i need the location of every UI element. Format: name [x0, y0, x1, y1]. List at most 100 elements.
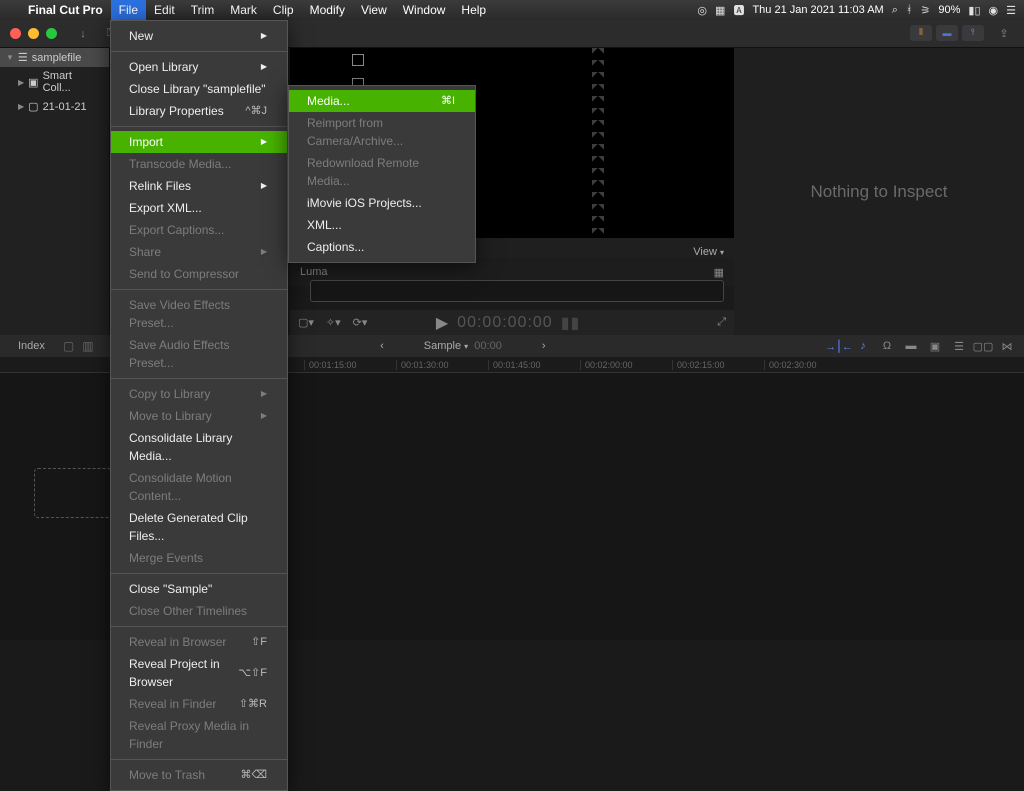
- project-name-dropdown[interactable]: Sample ▾ 00:00: [424, 340, 502, 352]
- menu-window[interactable]: Window: [395, 0, 454, 20]
- fullscreen-viewer-button[interactable]: ⤢: [717, 316, 726, 329]
- play-button[interactable]: ▶: [436, 313, 449, 333]
- skimming-icon[interactable]: →⎮←: [832, 339, 846, 353]
- timeline-index-button[interactable]: Index: [0, 340, 63, 352]
- layout-inspector-button[interactable]: ⫯: [962, 25, 984, 41]
- menu-file[interactable]: File: [111, 0, 146, 20]
- import-captions[interactable]: Captions...: [289, 236, 475, 258]
- import-media[interactable]: Media...⌘I: [289, 90, 475, 112]
- file-close-other-timelines: Close Other Timelines: [111, 600, 287, 622]
- next-edit-button[interactable]: ›: [542, 340, 546, 352]
- import-imovie[interactable]: iMovie iOS Projects...: [289, 192, 475, 214]
- bluetooth-icon[interactable]: ᚼ: [906, 4, 913, 16]
- chevron-right-icon: ▶: [18, 78, 24, 87]
- clock[interactable]: Thu 21 Jan 2021 11:03 AM: [752, 4, 883, 16]
- file-reveal-project[interactable]: Reveal Project in Browser⌥⇧F: [111, 653, 287, 693]
- ruler-tick: 00:02:30:00: [764, 360, 856, 370]
- clip-appearance-icon[interactable]: ▢: [63, 339, 74, 353]
- file-close-sample[interactable]: Close "Sample": [111, 578, 287, 600]
- siri-icon[interactable]: ◉: [989, 4, 999, 17]
- chevron-down-icon: ▾: [720, 248, 724, 257]
- chevron-down-icon: ▼: [6, 53, 14, 62]
- layout-browser-button[interactable]: ⦀: [910, 25, 932, 41]
- input-icon[interactable]: 🅰: [733, 2, 744, 18]
- battery-icon[interactable]: ▮▯: [968, 4, 980, 17]
- menu-edit[interactable]: Edit: [146, 0, 183, 20]
- event-row[interactable]: ▶ ▢ 21-01-21: [0, 97, 109, 116]
- prev-edit-button[interactable]: ‹: [380, 340, 384, 352]
- connect-clip-icon[interactable]: ▥: [82, 339, 93, 353]
- snap-icon[interactable]: ▬: [904, 339, 918, 353]
- fullscreen-window[interactable]: [46, 28, 57, 39]
- control-center-icon[interactable]: ☰: [1006, 4, 1016, 17]
- wifi-icon[interactable]: ⚞: [921, 4, 931, 17]
- file-export-xml[interactable]: Export XML...: [111, 197, 287, 219]
- file-reveal-proxy: Reveal Proxy Media in Finder: [111, 715, 287, 755]
- menu-help[interactable]: Help: [453, 0, 494, 20]
- import-media-button[interactable]: ↓: [71, 25, 95, 43]
- menu-view[interactable]: View: [353, 0, 395, 20]
- inspector-empty-label: Nothing to Inspect: [810, 182, 947, 202]
- menu-import-submenu: Media...⌘I Reimport from Camera/Archive.…: [288, 85, 476, 263]
- event-label: 21-01-21: [43, 101, 87, 113]
- calendar-icon[interactable]: ▦: [715, 4, 725, 17]
- ruler-tick: 00:01:15:00: [304, 360, 396, 370]
- window-controls: [0, 28, 67, 39]
- menu-clip[interactable]: Clip: [265, 0, 302, 20]
- file-move-library: Move to Library: [111, 405, 287, 427]
- scope-label: Luma: [300, 266, 328, 278]
- library-row[interactable]: ▼ ☰ samplefile: [0, 48, 109, 67]
- chevron-right-icon: ▶: [18, 102, 24, 111]
- menu-mark[interactable]: Mark: [222, 0, 265, 20]
- smart-collection-row[interactable]: ▶ ▣ Smart Coll...: [0, 67, 109, 97]
- ruler-tick: 00:02:00:00: [580, 360, 672, 370]
- empty-storyline-placeholder: [34, 468, 112, 518]
- library-icon: ☰: [18, 51, 28, 64]
- audio-skim-icon[interactable]: ♪: [856, 339, 870, 353]
- ruler-tick: 00:02:15:00: [672, 360, 764, 370]
- transform-tool[interactable]: ▢▾: [298, 316, 314, 329]
- transitions-icon[interactable]: ⋈: [1000, 339, 1014, 353]
- file-consolidate-motion: Consolidate Motion Content...: [111, 467, 287, 507]
- enhance-tool[interactable]: ✧▾: [326, 316, 341, 329]
- app-menu[interactable]: Final Cut Pro: [20, 3, 111, 17]
- effects-icon[interactable]: ▢▢: [976, 339, 990, 353]
- file-delete-generated[interactable]: Delete Generated Clip Files...: [111, 507, 287, 547]
- retime-tool[interactable]: ⟳▾: [353, 316, 368, 329]
- file-open-library[interactable]: Open Library: [111, 56, 287, 78]
- scope-input[interactable]: [310, 280, 724, 302]
- minimize-window[interactable]: [28, 28, 39, 39]
- slot-checkbox[interactable]: [352, 54, 364, 66]
- ruler-tick: 00:01:45:00: [488, 360, 580, 370]
- menubar-status: ◎ ▦ 🅰 Thu 21 Jan 2021 11:03 AM ⌕ ᚼ ⚞ 90%…: [697, 2, 1024, 18]
- solo-icon[interactable]: Ω: [880, 339, 894, 353]
- scope-settings-icon[interactable]: ▦: [714, 266, 724, 279]
- timecode-display[interactable]: 00:00:00:00: [457, 314, 553, 332]
- spotlight-icon[interactable]: ⌕: [892, 4, 898, 17]
- inspector-panel: Nothing to Inspect: [734, 48, 1024, 335]
- library-name: samplefile: [32, 52, 82, 64]
- share-button[interactable]: ⇪: [992, 25, 1016, 43]
- file-reveal-finder: Reveal in Finder⇧⌘R: [111, 693, 287, 715]
- file-close-library[interactable]: Close Library "samplefile": [111, 78, 287, 100]
- transport-bar: ▢▾ ✧▾ ⟳▾ ▶ 00:00:00:00 ▮▮ ⤢: [290, 310, 734, 335]
- file-reveal-browser: Reveal in Browser⇧F: [111, 631, 287, 653]
- menu-trim[interactable]: Trim: [183, 0, 223, 20]
- menu-modify[interactable]: Modify: [302, 0, 353, 20]
- file-relink[interactable]: Relink Files: [111, 175, 287, 197]
- file-consolidate-library[interactable]: Consolidate Library Media...: [111, 427, 287, 467]
- import-reimport: Reimport from Camera/Archive...: [289, 112, 475, 152]
- tool-icon[interactable]: ▣: [928, 339, 942, 353]
- clip-appearance-icon[interactable]: ☰: [952, 339, 966, 353]
- file-library-properties[interactable]: Library Properties^⌘J: [111, 100, 287, 122]
- file-merge-events: Merge Events: [111, 547, 287, 569]
- file-export-captions: Export Captions...: [111, 219, 287, 241]
- view-menu-button[interactable]: View ▾: [693, 246, 724, 258]
- smart-collection-label: Smart Coll...: [43, 70, 103, 94]
- screen-rec-icon[interactable]: ◎: [697, 4, 707, 17]
- file-import[interactable]: Import: [111, 131, 287, 153]
- layout-timeline-button[interactable]: ▬: [936, 25, 958, 41]
- import-xml[interactable]: XML...: [289, 214, 475, 236]
- file-new[interactable]: New: [111, 25, 287, 47]
- close-window[interactable]: [10, 28, 21, 39]
